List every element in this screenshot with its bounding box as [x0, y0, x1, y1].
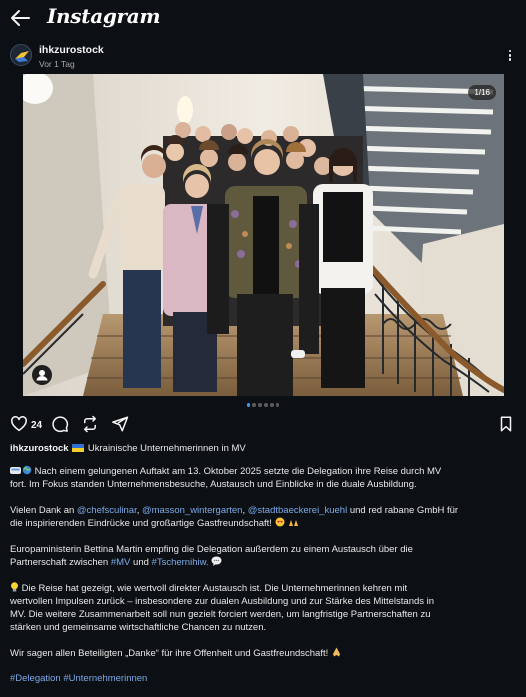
caption-paragraph-3: Europaministerin Bettina Martin empfing …	[10, 543, 490, 569]
post-username[interactable]: ihkzurostock	[39, 44, 104, 56]
avatar[interactable]	[10, 44, 32, 66]
mention-masson-wintergarten[interactable]: @masson_wintergarten	[142, 505, 242, 516]
post-image[interactable]: 1/16	[23, 74, 504, 396]
caption-p4-line2: wertvollen Impulsen zurück – insbesonder…	[10, 596, 435, 607]
back-arrow-icon[interactable]	[9, 8, 31, 28]
caption-p2-line1-b: und red rabane GmbH für	[349, 505, 459, 516]
caption-header: ihkzurostock Ukrainische Unternehmerinne…	[10, 443, 246, 454]
carousel-dot[interactable]	[270, 403, 274, 407]
caption-p3-line2-a: Partnerschaft zwischen	[10, 557, 109, 568]
repost-icon[interactable]	[81, 415, 99, 433]
caption-paragraph-4: Die Reise hat gezeigt, wie wertvoll dire…	[10, 582, 490, 634]
heart-eyes-hands-emoji-icon	[275, 517, 298, 527]
hashtag-delegation[interactable]: #Delegation	[10, 673, 61, 684]
bookmark-icon[interactable]	[498, 415, 514, 433]
speech-bubble-emoji-icon	[211, 556, 222, 566]
caption-p1-line1: Nach einem gelungenen Auftakt am 13. Okt…	[34, 466, 442, 477]
mention-stadtbaeckerei-kuehl[interactable]: @stadtbaeckerei_kuehl	[248, 505, 347, 516]
heart-icon[interactable]	[10, 415, 28, 433]
group-photo-illustration	[23, 74, 504, 396]
hashtag-mv[interactable]: #MV	[111, 557, 131, 568]
carousel-dot[interactable]	[252, 403, 256, 407]
mention-chefsculinar[interactable]: @chefsculinar	[77, 505, 137, 516]
comment-icon[interactable]	[51, 415, 69, 433]
app-title: Instagram	[47, 4, 161, 28]
caption-p3-line1: Europaministerin Bettina Martin empfing …	[10, 544, 413, 555]
carousel-dots	[0, 403, 526, 409]
send-icon[interactable]	[111, 415, 129, 433]
image-counter: 1/16	[468, 85, 496, 100]
carousel-dot[interactable]	[275, 403, 280, 407]
caption-p4-line4: stärken und gemeinsame wirtschaftliche C…	[10, 622, 267, 633]
caption-p5-line1: Wir sagen allen Beteiligten „Danke“ für …	[10, 648, 329, 659]
caption-title: Ukrainische Unternehmerinnen in MV	[87, 443, 246, 454]
hashtag-unternehmerinnen[interactable]: #Unternehmerinnen	[63, 673, 147, 684]
ukraine-flag-icon	[72, 444, 85, 452]
caption-p2-line2: die inspirierenden Eindrücke und großart…	[10, 518, 272, 529]
caption-p3-line2-b: und	[133, 557, 149, 568]
caption-hashtags: #Delegation #Unternehmerinnen	[10, 672, 490, 685]
carousel-dot[interactable]	[258, 403, 262, 407]
post-actions: 24	[0, 415, 526, 437]
carousel-dot[interactable]	[264, 403, 268, 407]
caption-paragraph-1: Nach einem gelungenen Auftakt am 13. Okt…	[10, 465, 490, 491]
caption-p4-line1: Die Reise hat gezeigt, wie wertvoll dire…	[21, 583, 408, 594]
lightbulb-emoji-icon	[11, 582, 18, 592]
folded-hands-emoji-icon	[332, 647, 340, 657]
caption-username[interactable]: ihkzurostock	[10, 443, 69, 454]
top-bar: Instagram	[0, 0, 526, 36]
more-options-icon[interactable]	[504, 48, 516, 64]
post-header: ihkzurostock Vor 1 Tag	[0, 40, 526, 72]
person-tag-icon	[36, 370, 48, 381]
post-time: Vor 1 Tag	[39, 59, 75, 69]
bus-globe-emoji-icon	[10, 465, 32, 475]
caption-p4-line3: MV. Die weitere Zusammenarbeit soll nun …	[10, 609, 431, 620]
like-count[interactable]: 24	[31, 420, 42, 431]
carousel-dot[interactable]	[246, 403, 251, 407]
avatar-logo-icon	[15, 51, 29, 62]
tag-people-button[interactable]	[32, 365, 52, 385]
hashtag-tschernihiw[interactable]: #Tschernihiw.	[152, 557, 209, 568]
caption-paragraph-5: Wir sagen allen Beteiligten „Danke“ für …	[10, 647, 490, 660]
caption-p2-line1-a: Vielen Dank an	[10, 505, 75, 516]
caption-paragraph-2: Vielen Dank an @chefsculinar, @masson_wi…	[10, 505, 459, 529]
caption-p1-line2: fort. Im Fokus standen Unternehmensbesuc…	[10, 479, 417, 490]
